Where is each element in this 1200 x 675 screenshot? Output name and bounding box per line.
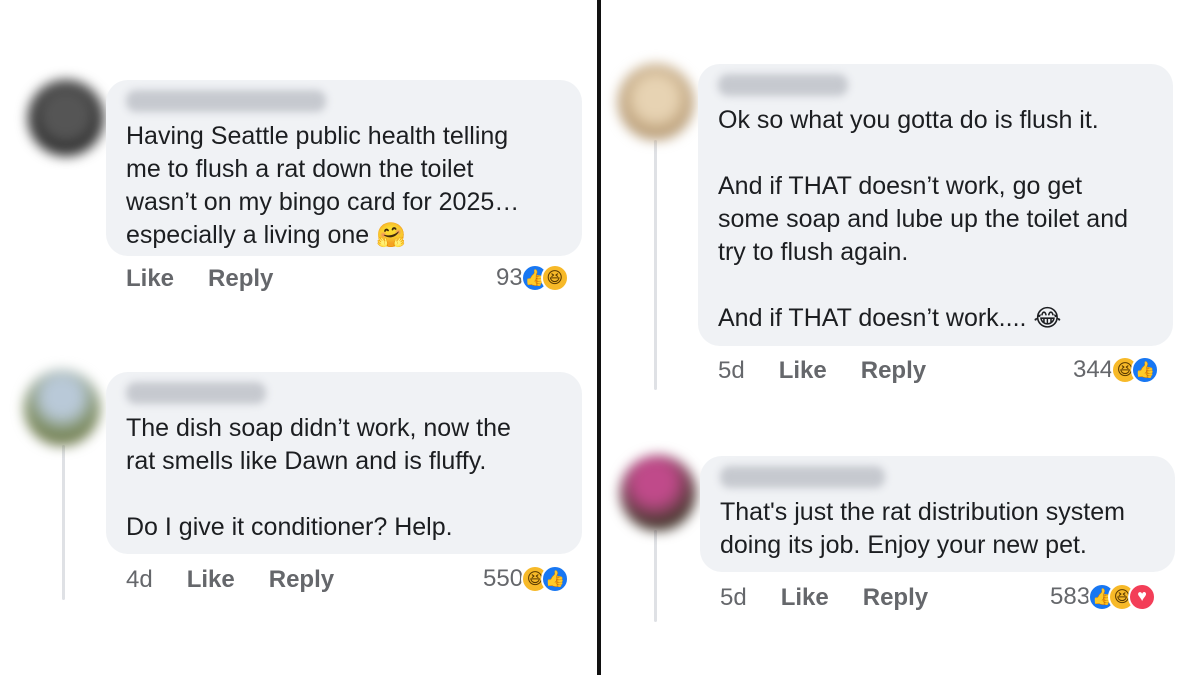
reaction-summary[interactable]: 344 😆 👍 xyxy=(1073,356,1160,384)
comment-text: The dish soap didn’t work, now the rat s… xyxy=(126,414,511,541)
reaction-summary[interactable]: 583 👍 😆 ♥ xyxy=(1050,583,1157,611)
like-icon: 👍 xyxy=(541,565,570,593)
comment-bubble: That's just the rat distribution system … xyxy=(700,456,1175,572)
comment-bubble: The dish soap didn’t work, now the rat s… xyxy=(106,372,582,554)
panel-divider xyxy=(597,0,601,675)
like-icon: 👍 xyxy=(1131,356,1160,384)
reply-button[interactable]: Reply xyxy=(863,584,928,612)
comment-actions: 4d Like Reply xyxy=(126,566,368,594)
like-button[interactable]: Like xyxy=(781,584,829,612)
avatar[interactable] xyxy=(28,80,104,156)
reaction-count: 344 xyxy=(1073,356,1114,383)
reply-button[interactable]: Reply xyxy=(208,265,273,293)
thread-line xyxy=(62,445,65,600)
comment-actions: Like Reply xyxy=(126,265,307,293)
commenter-name[interactable] xyxy=(126,382,266,404)
commenter-name[interactable] xyxy=(718,74,848,96)
like-button[interactable]: Like xyxy=(779,357,827,385)
thread-line xyxy=(654,530,657,622)
tears-of-joy-emoji: 😂 xyxy=(1033,304,1062,332)
reaction-summary[interactable]: 93 👍 😆 xyxy=(496,264,569,292)
reply-button[interactable]: Reply xyxy=(269,566,334,594)
thread-line xyxy=(654,140,657,390)
comment-age[interactable]: 5d xyxy=(718,357,745,385)
comment-actions: 5d Like Reply xyxy=(718,357,960,385)
reply-button[interactable]: Reply xyxy=(861,357,926,385)
reaction-count: 93 xyxy=(496,264,523,291)
reaction-count: 583 xyxy=(1050,583,1091,610)
comment-age[interactable]: 4d xyxy=(126,566,153,594)
comment-text: Ok so what you gotta do is flush it. And… xyxy=(718,106,1129,332)
avatar[interactable] xyxy=(618,64,694,140)
comment-bubble: Ok so what you gotta do is flush it. And… xyxy=(698,64,1173,346)
hugging-face-emoji: 🤗 xyxy=(376,221,407,249)
avatar[interactable] xyxy=(24,370,100,446)
comment-text: That's just the rat distribution system … xyxy=(720,498,1125,559)
comment-text: Having Seattle public health telling me … xyxy=(126,122,520,249)
comment-bubble: Having Seattle public health telling me … xyxy=(106,80,582,256)
like-button[interactable]: Like xyxy=(187,566,235,594)
avatar[interactable] xyxy=(620,455,696,531)
comment-age[interactable]: 5d xyxy=(720,584,747,612)
reaction-count: 550 xyxy=(483,565,524,592)
commenter-name[interactable] xyxy=(720,466,885,488)
reaction-summary[interactable]: 550 😆 👍 xyxy=(483,565,570,593)
commenter-name[interactable] xyxy=(126,90,326,112)
comment-actions: 5d Like Reply xyxy=(720,584,962,612)
like-button[interactable]: Like xyxy=(126,265,174,293)
haha-icon: 😆 xyxy=(540,264,569,292)
love-icon: ♥ xyxy=(1128,583,1157,611)
